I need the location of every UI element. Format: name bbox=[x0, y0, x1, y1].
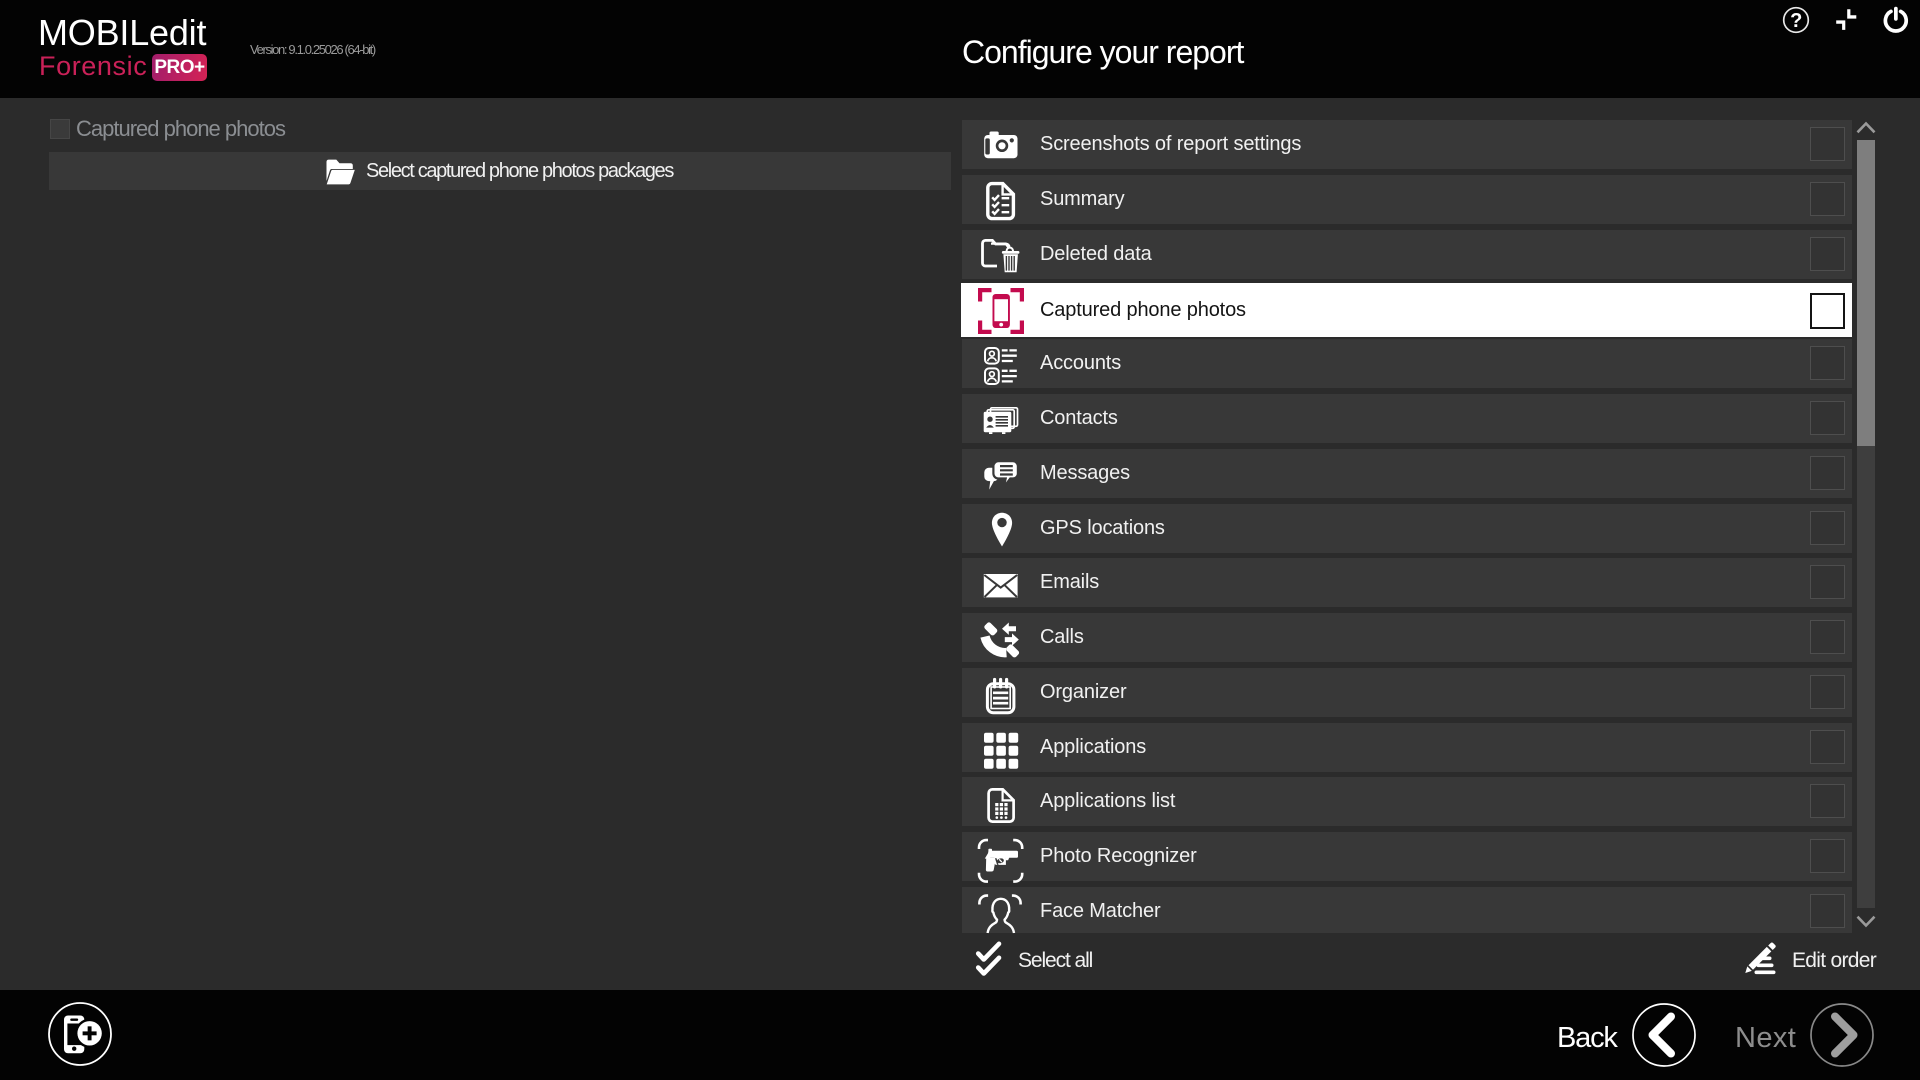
svg-text:?: ? bbox=[1790, 10, 1802, 32]
